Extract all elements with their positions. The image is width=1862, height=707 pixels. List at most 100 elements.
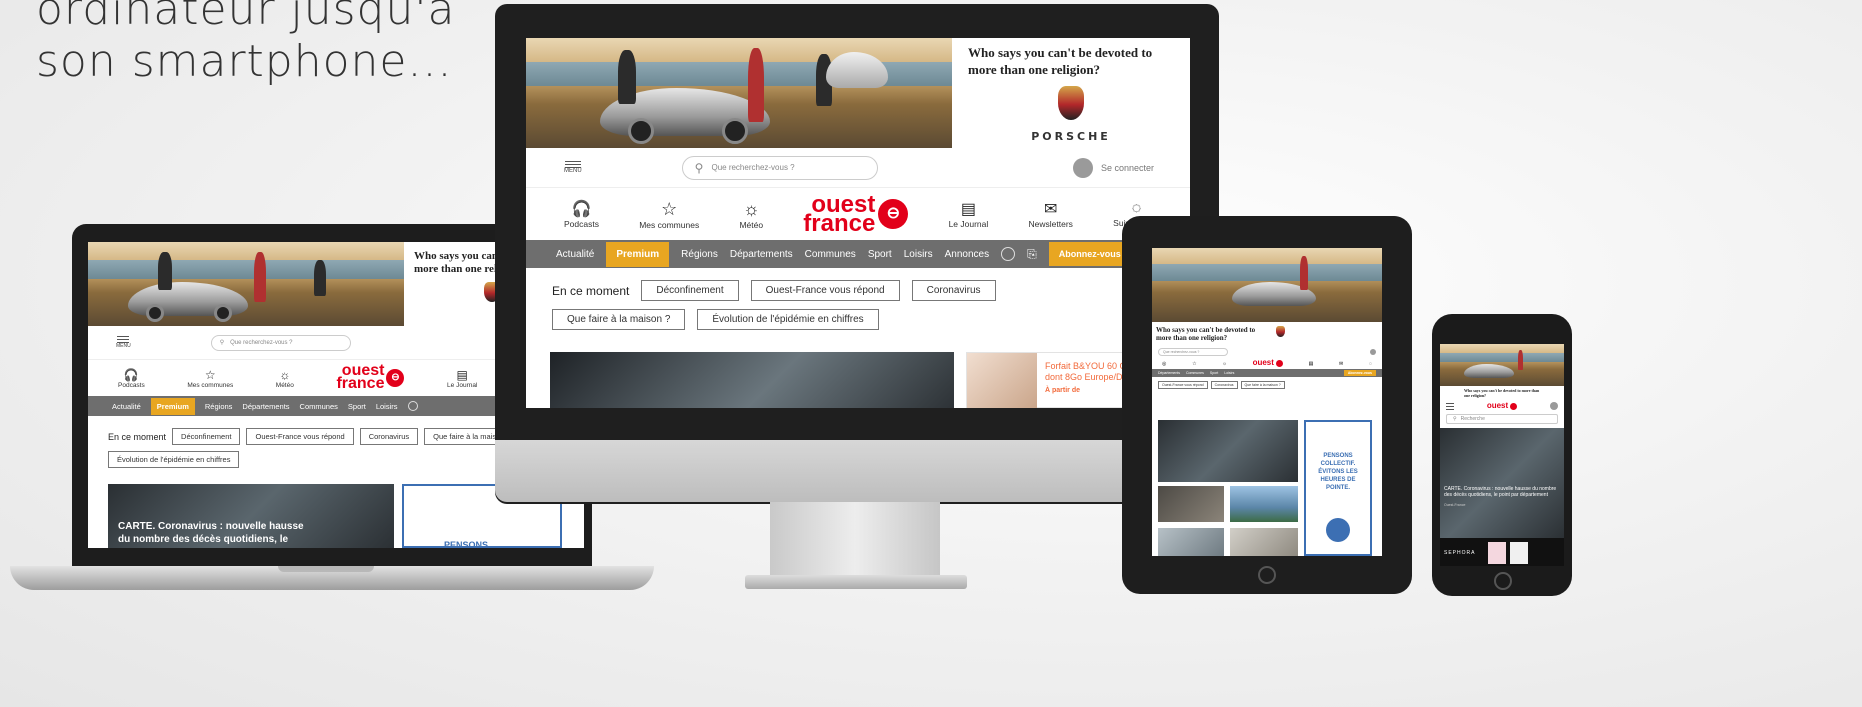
marketing-headline: ordinateur jusqu'à son smartphone... <box>36 0 455 88</box>
tablet-thumb-2[interactable] <box>1230 486 1298 522</box>
imac-chin <box>495 440 1219 502</box>
star-icon: ☆ <box>204 367 216 382</box>
chip-of-repond[interactable]: Ouest-France vous répond <box>1158 381 1208 389</box>
ouest-france-logo[interactable]: ouest <box>1252 358 1283 368</box>
phone-hero-article[interactable]: CARTE. Coronavirus : nouvelle hausse du … <box>1440 428 1564 538</box>
search-placeholder: Que recherchez-vous ? <box>1163 350 1200 354</box>
nav-departements[interactable]: Départements <box>242 402 289 411</box>
chip-of-repond[interactable]: Ouest-France vous répond <box>750 280 900 301</box>
search-input[interactable]: ⚲ Recherche <box>1446 414 1558 424</box>
moment-label: En ce moment <box>108 431 167 442</box>
nav-loisirs[interactable]: Loisirs <box>376 402 398 411</box>
ad-brand: PORSCHE <box>1031 130 1111 143</box>
envelope-icon[interactable]: ✉ <box>1339 361 1343 367</box>
headphones-icon[interactable]: ◎ <box>1162 361 1166 367</box>
avatar-icon[interactable] <box>1370 349 1376 355</box>
nav-communes[interactable]: Communes <box>1186 371 1204 375</box>
nav-sport[interactable]: Sport <box>868 249 892 260</box>
tablet-hero-article[interactable] <box>1158 420 1298 482</box>
logo-line-2: france <box>803 210 876 237</box>
meteo-link[interactable]: ☼ Météo <box>739 199 763 230</box>
journal-link[interactable]: ▤ Le Journal <box>447 368 477 389</box>
subscribe-button[interactable]: Abonnez-vous <box>1343 370 1376 376</box>
chip-maison[interactable]: Que faire à la maison ? <box>552 309 686 330</box>
star-icon[interactable]: ☆ <box>1192 361 1196 367</box>
search-circle-icon[interactable] <box>407 401 418 411</box>
search-input[interactable]: Que recherchez-vous ? <box>1158 348 1228 356</box>
meteo-link[interactable]: ☼ Météo <box>276 368 294 389</box>
chip-deconfinement[interactable]: Déconfinement <box>172 428 241 445</box>
subscribe-button[interactable]: Abonnez-vous <box>1048 242 1131 266</box>
logo-line-1: ouest <box>1252 358 1274 368</box>
tablet-thumb-3[interactable] <box>1158 528 1224 556</box>
menu-button[interactable]: MENU <box>116 336 131 349</box>
nav-premium[interactable]: Premium <box>150 397 195 415</box>
podcasts-label: Podcasts <box>564 219 599 229</box>
chip-evolution[interactable]: Évolution de l'épidémie en chiffres <box>697 309 879 330</box>
tablet-side-ad[interactable]: PENSONS COLLECTIF. ÉVITONS LES HEURES DE… <box>1304 420 1372 556</box>
ad-photo <box>1440 344 1564 386</box>
ouest-france-logo[interactable]: ouest <box>1487 401 1518 410</box>
nav-departements[interactable]: Départements <box>730 249 793 260</box>
chip-evolution[interactable]: Évolution de l'épidémie en chiffres <box>108 451 240 468</box>
nav-sport[interactable]: Sport <box>1210 371 1218 375</box>
side-ad-photo <box>967 353 1037 408</box>
bookmark-icon[interactable]: ⎘ <box>1027 247 1037 262</box>
search-icon: ⚲ <box>1453 416 1457 422</box>
communes-link[interactable]: ☆ Mes communes <box>187 368 233 389</box>
search-input[interactable]: ⚲ Que recherchez-vous ? <box>681 155 878 180</box>
nav-departements[interactable]: Départements <box>1158 371 1180 375</box>
nav-communes[interactable]: Communes <box>300 402 338 411</box>
nav-annonces[interactable]: Annonces <box>945 249 989 260</box>
imac-moment-bar: En ce moment Déconfinement Ouest-France … <box>526 268 1126 330</box>
podcasts-link[interactable]: 🎧 Podcasts <box>118 368 145 389</box>
newsletters-link[interactable]: ✉Newsletters <box>1029 199 1073 229</box>
menu-button[interactable]: MENU <box>564 161 582 174</box>
search-circle-icon[interactable] <box>1001 247 1016 261</box>
nav-loisirs[interactable]: Loisirs <box>904 249 933 260</box>
phone-home-button <box>1494 572 1512 590</box>
weather-icon[interactable]: ☼ <box>1222 361 1227 367</box>
menu-icon[interactable] <box>1446 402 1454 410</box>
search-placeholder: Que recherchez-vous ? <box>230 339 293 346</box>
login-button[interactable]: Se connecter <box>1072 157 1154 178</box>
chip-coronavirus[interactable]: Coronavirus <box>911 280 996 301</box>
nav-communes[interactable]: Communes <box>805 249 856 260</box>
newspaper-icon[interactable]: ▤ <box>1309 361 1314 367</box>
nav-regions[interactable]: Régions <box>681 249 718 260</box>
communes-link[interactable]: ☆ Mes communes <box>639 199 699 230</box>
chip-coronavirus[interactable]: Coronavirus <box>1210 381 1238 389</box>
side-ad-text: PENSONS <box>444 540 489 548</box>
avatar-icon[interactable] <box>1550 402 1558 410</box>
weather-icon: ☼ <box>743 198 760 219</box>
tablet-thumb-4[interactable] <box>1230 528 1298 556</box>
chip-of-repond[interactable]: Ouest-France vous répond <box>246 428 354 445</box>
search-input[interactable]: ⚲ Que recherchez-vous ? <box>210 334 351 351</box>
chip-coronavirus[interactable]: Coronavirus <box>359 428 419 445</box>
podcasts-link[interactable]: 🎧 Podcasts <box>564 199 599 229</box>
phone-bottom-ad[interactable]: SEPHORA <box>1440 538 1564 566</box>
laptop-hero-article[interactable]: CARTE. Coronavirus : nouvelle hausse du … <box>108 484 394 548</box>
nav-actualite[interactable]: Actualité <box>112 402 141 411</box>
campaign-text: PENSONS COLLECTIF. ÉVITONS LES HEURES DE… <box>1318 453 1358 491</box>
ad-photo <box>526 38 952 148</box>
tablet-main-nav: Départements Communes Sport Loisirs Abon… <box>1152 369 1382 377</box>
headline-line-2: son smartphone... <box>36 36 453 87</box>
campaign-badge-icon <box>1326 518 1350 542</box>
tablet-thumb-1[interactable] <box>1158 486 1224 522</box>
nav-sport[interactable]: Sport <box>348 402 366 411</box>
nav-actualite[interactable]: Actualité <box>556 249 594 260</box>
ouest-france-logo[interactable]: ouest france ⊖ <box>336 363 405 391</box>
nav-regions[interactable]: Régions <box>205 402 233 411</box>
chip-maison[interactable]: Que faire à la maison ? <box>1240 381 1285 389</box>
ouest-france-logo[interactable]: ouest france ⊖ <box>803 192 909 237</box>
ad-text: Who says you can't be devoted to more th… <box>1156 326 1256 342</box>
tablet-screen: Who says you can't be devoted to more th… <box>1152 248 1382 556</box>
chip-deconfinement[interactable]: Déconfinement <box>641 280 739 301</box>
imac-hero-article[interactable] <box>550 352 954 408</box>
imac-ad-banner[interactable]: Who says you can't be devoted to more th… <box>526 38 1190 148</box>
nav-premium[interactable]: Premium <box>606 241 670 267</box>
nav-loisirs[interactable]: Loisirs <box>1224 371 1234 375</box>
share-icon[interactable]: ◌ <box>1369 361 1372 367</box>
journal-link[interactable]: ▤ Le Journal <box>949 199 989 229</box>
